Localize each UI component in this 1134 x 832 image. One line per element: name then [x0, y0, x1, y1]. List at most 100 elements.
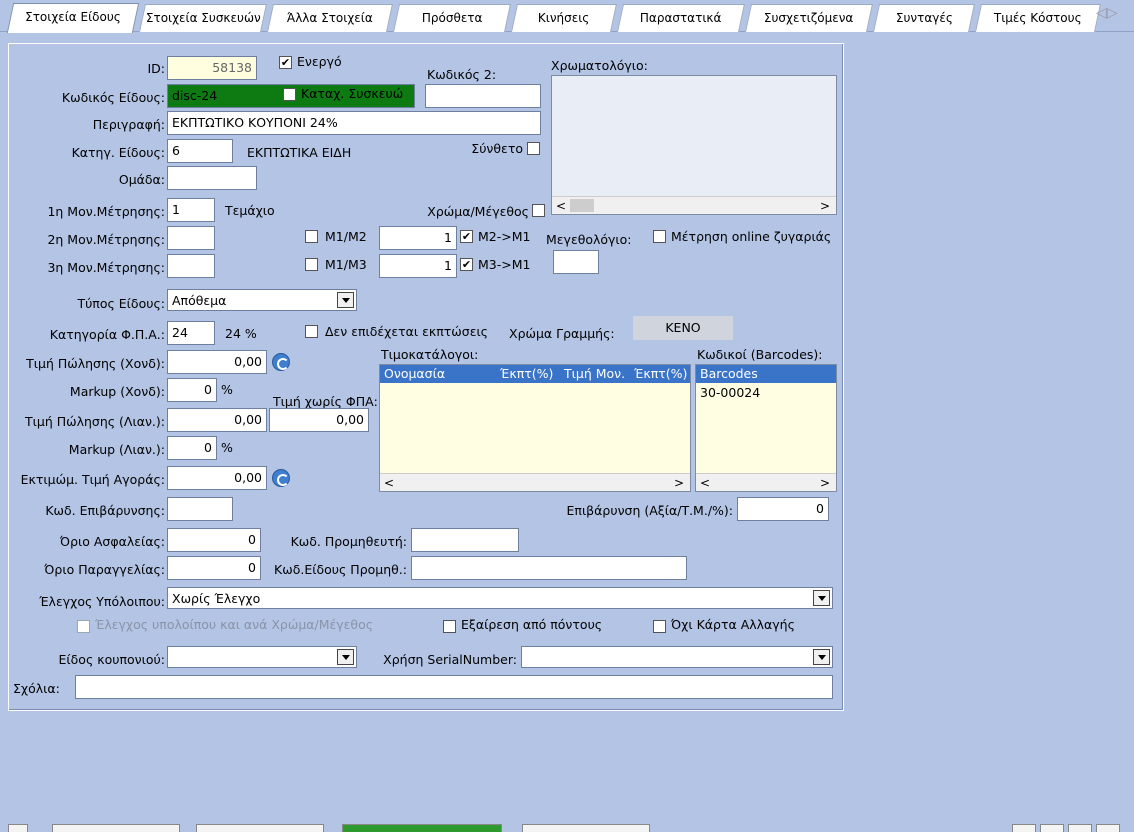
- tab-label: Συνταγές: [895, 11, 953, 25]
- toolbar-button[interactable]: [1068, 824, 1092, 832]
- price-novat-input[interactable]: 0,00: [269, 408, 369, 432]
- m1m3-input[interactable]: 1: [379, 254, 457, 278]
- scroll-left-icon[interactable]: <: [700, 474, 710, 492]
- toolbar-button[interactable]: [1040, 824, 1064, 832]
- category-name: ΕΚΠΤΩΤΙΚΑ ΕΙΔΗ: [247, 145, 352, 160]
- color-size-label: Χρώμα/Μέγεθος: [427, 204, 529, 219]
- balance-select[interactable]: Χωρίς Έλεγχο: [167, 587, 833, 609]
- markup-wholesale-input[interactable]: 0: [167, 378, 217, 402]
- sizes-input[interactable]: [553, 250, 599, 274]
- type-select[interactable]: Απόθεμα: [167, 289, 357, 311]
- tab-movements[interactable]: Κινήσεις: [511, 4, 617, 32]
- points-checkbox[interactable]: [443, 620, 456, 633]
- chevron-down-icon[interactable]: [337, 649, 354, 665]
- refresh-icon[interactable]: [272, 353, 290, 371]
- m1m2-checkbox[interactable]: [305, 230, 318, 243]
- active-checkbox[interactable]: ✔: [279, 56, 292, 69]
- tab-other[interactable]: Άλλα Στοιχεία: [267, 4, 393, 32]
- pricelists-scrollbar[interactable]: < >: [380, 473, 690, 491]
- scroll-right-icon[interactable]: >: [820, 197, 830, 215]
- column-header[interactable]: Barcodes: [700, 366, 758, 381]
- barcodes-scrollbar[interactable]: < >: [696, 473, 836, 491]
- tab-extra[interactable]: Πρόσθετα: [393, 4, 511, 32]
- toolbar-button[interactable]: [522, 824, 650, 832]
- scroll-right-icon[interactable]: >: [674, 474, 684, 492]
- serial-select[interactable]: [521, 646, 833, 668]
- column-header[interactable]: Έκπτ(%): [634, 365, 690, 383]
- tab-costs[interactable]: Τιμές Κόστους: [975, 4, 1101, 32]
- colors-label: Χρωματολόγιο:: [551, 58, 648, 73]
- type-value: Απόθεμα: [172, 293, 227, 308]
- refresh-icon[interactable]: [272, 469, 290, 487]
- toolbar-button[interactable]: [8, 824, 28, 832]
- composite-checkbox[interactable]: [527, 142, 540, 155]
- coupon-select[interactable]: [167, 646, 357, 668]
- tab-item-details[interactable]: Στοιχεία Είδους: [6, 3, 140, 33]
- device-register-checkbox[interactable]: [283, 88, 296, 101]
- category-input[interactable]: 6: [167, 139, 233, 163]
- tab-scroll-arrows[interactable]: ◁▷: [1096, 5, 1126, 25]
- barcodes-header: Barcodes: [696, 365, 836, 383]
- supplier-item-input[interactable]: [411, 556, 687, 580]
- no-change-card-checkbox[interactable]: [653, 620, 666, 633]
- m1m3-checkbox[interactable]: [305, 258, 318, 271]
- toolbar-button[interactable]: [52, 824, 180, 832]
- price-wholesale-input[interactable]: 0,00: [167, 350, 267, 374]
- tab-recipes[interactable]: Συνταγές: [873, 4, 975, 32]
- charge-input[interactable]: 0: [737, 497, 829, 521]
- est-cost-input[interactable]: 0,00: [167, 466, 267, 490]
- no-discount-checkbox[interactable]: [305, 325, 318, 338]
- barcodes-grid[interactable]: Barcodes 30-00024 < >: [695, 364, 837, 492]
- reorder-input[interactable]: 0: [167, 556, 261, 580]
- item-details-panel: ID: 58138 ✔ Ενεργό Κωδικός 2: Χρωματολόγ…: [8, 43, 844, 711]
- unit2-input[interactable]: [167, 226, 215, 250]
- device-register-label: Καταχ. Συσκευώ: [301, 86, 404, 101]
- supplier-item-label: Κωδ.Είδους Προμηθ.:: [274, 562, 407, 577]
- code-label: Κωδικός Είδους:: [61, 90, 165, 105]
- code2-label: Κωδικός 2:: [427, 67, 497, 82]
- scroll-right-icon[interactable]: >: [820, 474, 830, 492]
- toolbar-button[interactable]: [342, 824, 502, 832]
- color-size-checkbox[interactable]: [532, 204, 545, 217]
- tab-related[interactable]: Συσχετιζόμενα: [745, 4, 873, 32]
- toolbar-button[interactable]: [1012, 824, 1036, 832]
- markup-retail-input[interactable]: 0: [167, 436, 217, 460]
- m2m1-checkbox[interactable]: ✔: [460, 230, 473, 243]
- scroll-left-icon[interactable]: <: [384, 474, 394, 492]
- colors-list[interactable]: < >: [551, 75, 837, 215]
- unit2-label: 2η Μον.Μέτρησης:: [47, 232, 165, 247]
- m1m2-input[interactable]: 1: [379, 226, 457, 250]
- tab-label: Στοιχεία Συσκευών: [145, 11, 261, 25]
- charge-code-input[interactable]: [167, 497, 233, 521]
- chevron-down-icon[interactable]: [813, 649, 830, 665]
- toolbar-button[interactable]: [196, 824, 324, 832]
- code2-input[interactable]: [425, 84, 541, 108]
- toolbar-button[interactable]: [1096, 824, 1120, 832]
- barcode-row[interactable]: 30-00024: [696, 383, 836, 402]
- pricelists-grid[interactable]: Ονομασία Έκπτ(%) Τιμή Μον. Έκπτ(%) < >: [379, 364, 691, 492]
- price-retail-input[interactable]: 0,00: [167, 408, 267, 432]
- column-header[interactable]: Ονομασία: [384, 365, 445, 383]
- chevron-down-icon[interactable]: [813, 590, 830, 606]
- tab-devices[interactable]: Στοιχεία Συσκευών: [139, 4, 267, 32]
- colors-scrollbar[interactable]: < >: [552, 196, 836, 214]
- scroll-thumb[interactable]: [570, 199, 594, 212]
- column-header[interactable]: Τιμή Μον.: [564, 365, 625, 383]
- group-input[interactable]: [167, 166, 257, 190]
- notes-input[interactable]: [75, 675, 833, 699]
- supplier-input[interactable]: [411, 528, 519, 552]
- chevron-down-icon[interactable]: [337, 292, 354, 308]
- unit1-input[interactable]: 1: [167, 198, 215, 222]
- scroll-left-icon[interactable]: <: [556, 197, 566, 215]
- unit3-input[interactable]: [167, 254, 215, 278]
- code-value: disc-24: [172, 88, 218, 103]
- m3m1-label: M3->M1: [478, 257, 531, 272]
- m3m1-checkbox[interactable]: ✔: [460, 258, 473, 271]
- desc-input[interactable]: ΕΚΠΤΩΤΙΚΟ ΚΟΥΠΟΝΙ 24%: [167, 111, 541, 135]
- online-scale-checkbox[interactable]: [653, 230, 666, 243]
- safety-input[interactable]: 0: [167, 528, 261, 552]
- row-color-field[interactable]: ΚΕΝΟ: [633, 316, 733, 340]
- column-header[interactable]: Έκπτ(%): [500, 365, 553, 383]
- vat-input[interactable]: 24: [167, 321, 215, 345]
- tab-documents[interactable]: Παραστατικά: [617, 4, 745, 32]
